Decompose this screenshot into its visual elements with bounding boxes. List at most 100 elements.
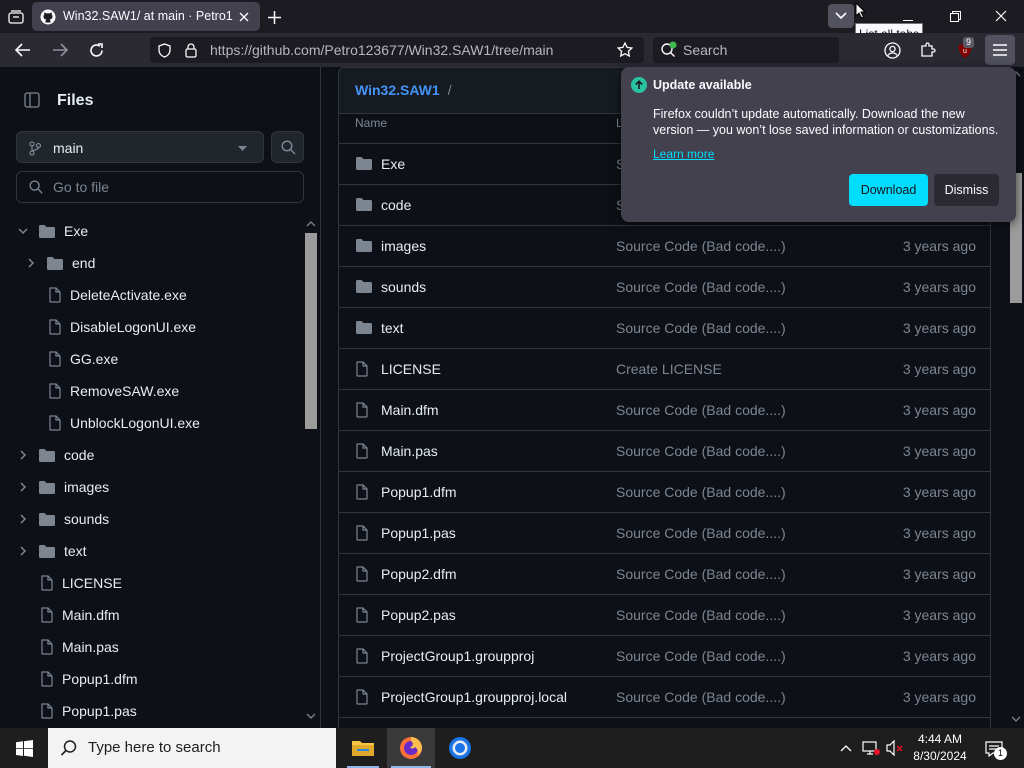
tree-item-popup1-pas[interactable]: Popup1.pas [40, 697, 137, 725]
table-row[interactable]: Main.dfm Source Code (Bad code....) 3 ye… [339, 389, 990, 430]
ublock-origin-icon[interactable]: u 9 [953, 37, 977, 61]
table-row[interactable]: Popup2.pas Source Code (Bad code....) 3 … [339, 594, 990, 635]
download-button[interactable]: Download [849, 174, 928, 206]
app-menu-hamburger-icon[interactable] [985, 35, 1015, 65]
tree-item-deleteactivate[interactable]: DeleteActivate.exe [48, 281, 187, 309]
file-explorer-app[interactable] [339, 728, 387, 768]
tree-item-exe[interactable]: Exe [16, 217, 88, 245]
bookmark-star-icon[interactable] [615, 41, 635, 59]
table-row[interactable]: ProjectGroup1.groupproj.local Source Cod… [339, 676, 990, 717]
tree-item-main-pas[interactable]: Main.pas [40, 633, 119, 661]
reload-icon[interactable] [85, 40, 107, 60]
tree-item-code[interactable]: code [16, 441, 94, 469]
file-name-link[interactable]: Popup2.pas [381, 607, 456, 623]
tree-item-unblocklogonui[interactable]: UnblockLogonUI.exe [48, 409, 200, 437]
chrome-app[interactable] [436, 728, 484, 768]
scroll-down-arrow-icon[interactable] [1008, 712, 1024, 726]
go-to-file-input[interactable]: Go to file [16, 171, 304, 203]
commit-message-link[interactable]: Source Code (Bad code....) [616, 279, 786, 295]
restore-icon[interactable] [943, 6, 967, 26]
file-name-link[interactable]: Popup1.dfm [381, 484, 457, 500]
file-name-link[interactable]: Popup2.dfm [381, 566, 457, 582]
file-name-link[interactable]: Exe [381, 156, 405, 172]
table-row[interactable]: ProjectGroup1.groupproj Source Code (Bad… [339, 635, 990, 676]
tracking-shield-icon[interactable] [156, 42, 172, 58]
commit-message-link[interactable]: Source Code (Bad code....) [616, 525, 786, 541]
system-clock[interactable]: 4:44 AM 8/30/2024 [907, 731, 973, 765]
table-row[interactable]: Popup1.dfm Source Code (Bad code....) 3 … [339, 471, 990, 512]
file-name-link[interactable]: ProjectGroup1.groupproj [381, 648, 534, 664]
file-name-link[interactable]: images [381, 238, 426, 254]
table-row[interactable]: sounds Source Code (Bad code....) 3 year… [339, 266, 990, 307]
extensions-icon[interactable] [918, 40, 938, 60]
branch-selector[interactable]: main [16, 131, 264, 163]
volume-muted-icon[interactable] [885, 739, 905, 757]
tree-item-images[interactable]: images [16, 473, 109, 501]
start-button[interactable] [0, 728, 48, 768]
tree-item-text[interactable]: text [16, 537, 87, 565]
tab-active[interactable]: Win32.SAW1/ at main · Petro123677/Win32.… [32, 2, 260, 31]
sidebar-scroll-thumb[interactable] [305, 233, 317, 429]
window-close-icon[interactable] [989, 6, 1013, 26]
search-bar[interactable]: Search [653, 37, 839, 63]
tab-close-icon[interactable] [236, 9, 252, 25]
tree-item-removesaw[interactable]: RemoveSAW.exe [48, 377, 179, 405]
file-name-link[interactable]: text [381, 320, 404, 336]
back-arrow-icon[interactable] [12, 40, 34, 60]
commit-message-link[interactable]: Source Code (Bad code....) [616, 607, 786, 623]
firefox-app[interactable] [387, 728, 435, 768]
lock-icon[interactable] [183, 42, 199, 58]
folder-icon [39, 480, 55, 494]
breadcrumb-repo-link[interactable]: Win32.SAW1 [355, 82, 440, 98]
minimize-icon[interactable] [896, 6, 920, 26]
tree-item-main-dfm[interactable]: Main.dfm [40, 601, 120, 629]
scroll-up-arrow-icon[interactable] [303, 217, 319, 231]
file-name-link[interactable]: Main.dfm [381, 402, 439, 418]
forward-arrow-icon[interactable] [49, 40, 71, 60]
new-tab-icon[interactable] [265, 8, 283, 26]
learn-more-link[interactable]: Learn more [653, 147, 714, 161]
scroll-down-arrow-icon[interactable] [303, 709, 319, 723]
sidebar-scrollbar[interactable] [303, 217, 319, 727]
show-hidden-icons-chevron-icon[interactable] [838, 740, 854, 756]
commit-message-link[interactable]: Source Code (Bad code....) [616, 484, 786, 500]
commit-message-link[interactable]: Source Code (Bad code....) [616, 566, 786, 582]
tree-item-popup1-dfm[interactable]: Popup1.dfm [40, 665, 138, 693]
taskbar-search-box[interactable]: Type here to search [48, 728, 336, 768]
tree-item-end[interactable]: end [24, 249, 95, 277]
address-bar[interactable]: https://github.com/Petro123677/Win32.SAW… [150, 37, 644, 63]
list-all-tabs-chevron-icon[interactable] [828, 4, 854, 28]
table-row[interactable]: LICENSE Create LICENSE 3 years ago [339, 348, 990, 389]
tree-item-disablelogonui[interactable]: DisableLogonUI.exe [48, 313, 196, 341]
tree-item-license[interactable]: LICENSE [40, 569, 122, 597]
table-row[interactable]: text Source Code (Bad code....) 3 years … [339, 307, 990, 348]
table-row[interactable]: Popup2.dfm Source Code (Bad code....) 3 … [339, 553, 990, 594]
file-name-link[interactable]: Main.pas [381, 443, 438, 459]
commit-message-link[interactable]: Source Code (Bad code....) [616, 402, 786, 418]
file-name-link[interactable]: Popup1.pas [381, 525, 456, 541]
tree-item-gg[interactable]: GG.exe [48, 345, 118, 373]
commit-message-link[interactable]: Source Code (Bad code....) [616, 648, 786, 664]
commit-message-link[interactable]: Source Code (Bad code....) [616, 320, 786, 336]
search-code-button[interactable] [271, 131, 304, 163]
dismiss-button[interactable]: Dismiss [934, 174, 999, 206]
table-row[interactable]: images Source Code (Bad code....) 3 year… [339, 225, 990, 266]
tab-overview-icon[interactable] [6, 8, 26, 26]
commit-message-link[interactable]: Source Code (Bad code....) [616, 238, 786, 254]
file-name-link[interactable]: ProjectGroup1.groupproj.local [381, 689, 567, 705]
account-icon[interactable] [882, 40, 902, 60]
network-disconnected-icon[interactable] [861, 739, 881, 757]
table-row[interactable]: Main.pas Source Code (Bad code....) 3 ye… [339, 430, 990, 471]
file-name-link[interactable]: sounds [381, 279, 426, 295]
extension-badge: 9 [963, 37, 975, 48]
commit-message-link[interactable]: Create LICENSE [616, 361, 722, 377]
table-row[interactable]: Popup1.pas Source Code (Bad code....) 3 … [339, 512, 990, 553]
file-name-link[interactable]: code [381, 197, 411, 213]
commit-message-link[interactable]: Source Code (Bad code....) [616, 689, 786, 705]
tree-item-sounds[interactable]: sounds [16, 505, 109, 533]
breadcrumb[interactable]: Win32.SAW1 / [355, 82, 451, 98]
notification-center-icon[interactable]: 1 [982, 738, 1007, 760]
file-name-link[interactable]: LICENSE [381, 361, 441, 377]
collapse-sidebar-icon[interactable] [20, 89, 44, 111]
commit-message-link[interactable]: Source Code (Bad code....) [616, 443, 786, 459]
